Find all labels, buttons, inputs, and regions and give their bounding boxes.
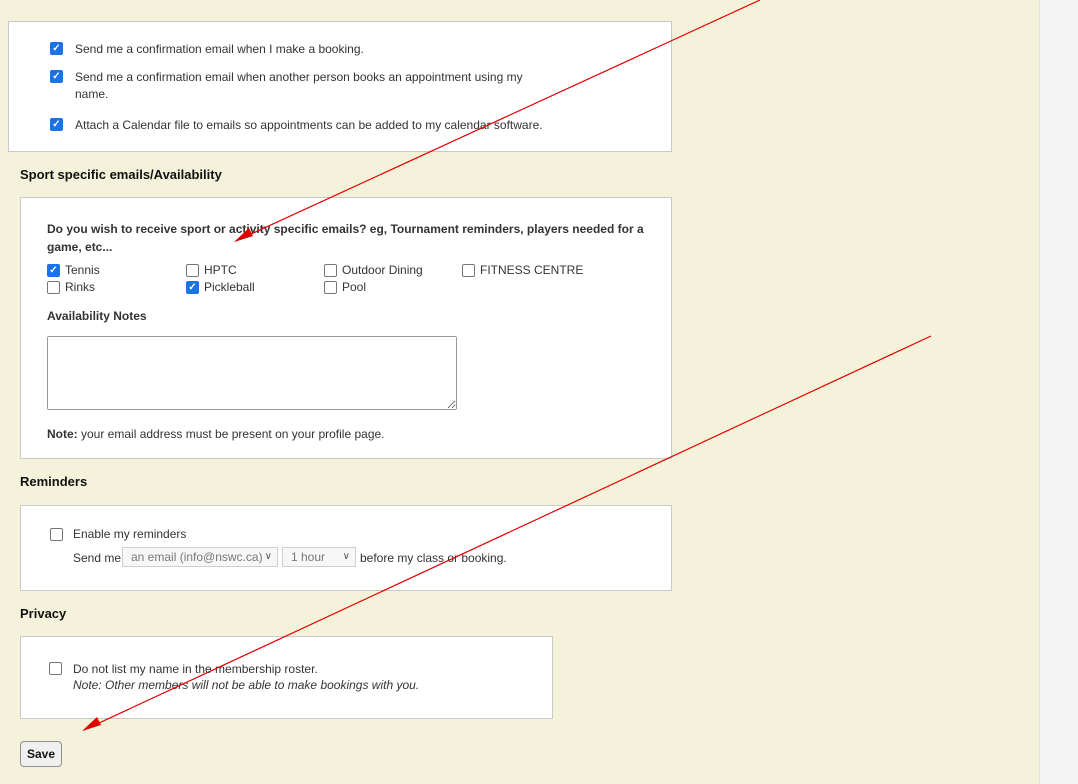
confirmation-booking-checkbox[interactable]: ✓ (50, 42, 63, 55)
outdoor-dining-label: Outdoor Dining (342, 263, 423, 277)
rinks-label: Rinks (65, 280, 96, 294)
enable-reminders-label: Enable my reminders (73, 527, 187, 541)
email-note-bold: Note: (47, 427, 78, 441)
pref-label-3: Attach a Calendar file to emails so appo… (75, 118, 543, 132)
availability-notes-label: Availability Notes (47, 309, 147, 323)
pool-label: Pool (342, 280, 367, 294)
email-preferences-panel: ✓ Send me a confirmation email when I ma… (8, 21, 672, 152)
chevron-down-icon: ∨ (264, 551, 272, 562)
reminder-time-value: 1 hour (291, 550, 326, 564)
send-me-label: Send me (73, 551, 122, 565)
pref-row-2[interactable]: ✓ Send me a confirmation email when anot… (50, 69, 523, 103)
attach-calendar-checkbox[interactable]: ✓ (50, 118, 63, 131)
privacy-section-title: Privacy (20, 606, 67, 621)
check-icon: ✓ (52, 70, 61, 82)
reminders-section-title: Reminders (20, 474, 88, 489)
sport-question-line1: Do you wish to receive sport or activity… (47, 222, 644, 236)
fitness-centre-checkbox[interactable] (462, 264, 475, 277)
availability-notes-textarea[interactable] (47, 336, 457, 410)
privacy-text: Do not list my name in the membership ro… (73, 661, 419, 693)
pickleball-checkbox[interactable]: ✓ (186, 281, 199, 294)
pref-row-3[interactable]: ✓ Attach a Calendar file to emails so ap… (50, 117, 543, 134)
option-hptc[interactable]: HPTC (186, 264, 237, 277)
sport-question-line2: game, etc... (47, 240, 113, 254)
option-rinks[interactable]: Rinks (47, 281, 95, 294)
sport-question: Do you wish to receive sport or activity… (47, 220, 644, 256)
option-fitness-centre[interactable]: FITNESS CENTRE (462, 264, 583, 277)
privacy-panel: Do not list my name in the membership ro… (20, 636, 553, 719)
check-icon: ✓ (188, 281, 197, 293)
privacy-note: Note: Other members will not be able to … (73, 678, 420, 692)
pref-label-2-line2: name. (75, 87, 109, 101)
pref-label-2: Send me a confirmation email when anothe… (75, 69, 523, 103)
option-outdoor-dining[interactable]: Outdoor Dining (324, 264, 423, 277)
reminder-method-value: an email (info@nswc.ca) (131, 550, 263, 564)
hide-from-roster-checkbox[interactable] (49, 662, 62, 675)
email-note-text: your email address must be present on yo… (77, 427, 385, 441)
fitness-centre-label: FITNESS CENTRE (480, 263, 584, 277)
right-margin (1039, 0, 1078, 784)
check-icon: ✓ (52, 118, 61, 130)
reminders-panel: Enable my reminders Send me an email (in… (20, 505, 672, 591)
sport-section-title: Sport specific emails/Availability (20, 167, 222, 182)
enable-reminders-checkbox[interactable] (50, 528, 63, 541)
confirmation-other-person-checkbox[interactable]: ✓ (50, 70, 63, 83)
save-button[interactable]: Save (20, 741, 62, 767)
option-tennis[interactable]: ✓ Tennis (47, 264, 100, 277)
pickleball-label: Pickleball (204, 280, 255, 294)
pref-row-1[interactable]: ✓ Send me a confirmation email when I ma… (50, 41, 364, 58)
privacy-label: Do not list my name in the membership ro… (73, 662, 318, 676)
email-note: Note: your email address must be present… (47, 427, 385, 441)
outdoor-dining-checkbox[interactable] (324, 264, 337, 277)
reminder-method-select[interactable]: an email (info@nswc.ca) ∨ (122, 547, 278, 567)
tennis-checkbox[interactable]: ✓ (47, 264, 60, 277)
hptc-label: HPTC (204, 263, 237, 277)
chevron-down-icon: ∨ (342, 551, 350, 562)
tennis-label: Tennis (65, 263, 100, 277)
privacy-row[interactable]: Do not list my name in the membership ro… (49, 661, 419, 693)
check-icon: ✓ (49, 264, 58, 276)
annotation-arrowhead-bottom (82, 717, 101, 731)
reminder-time-select[interactable]: 1 hour ∨ (282, 547, 356, 567)
page: ✓ Send me a confirmation email when I ma… (0, 0, 1078, 784)
check-icon: ✓ (52, 42, 61, 54)
pool-checkbox[interactable] (324, 281, 337, 294)
sport-panel: Do you wish to receive sport or activity… (20, 197, 672, 459)
reminder-suffix: before my class or booking. (360, 551, 507, 565)
option-pickleball[interactable]: ✓ Pickleball (186, 281, 255, 294)
enable-reminders-row[interactable]: Enable my reminders (50, 528, 186, 541)
option-pool[interactable]: Pool (324, 281, 366, 294)
hptc-checkbox[interactable] (186, 264, 199, 277)
rinks-checkbox[interactable] (47, 281, 60, 294)
pref-label-1: Send me a confirmation email when I make… (75, 42, 364, 56)
pref-label-2-line1: Send me a confirmation email when anothe… (75, 70, 523, 84)
